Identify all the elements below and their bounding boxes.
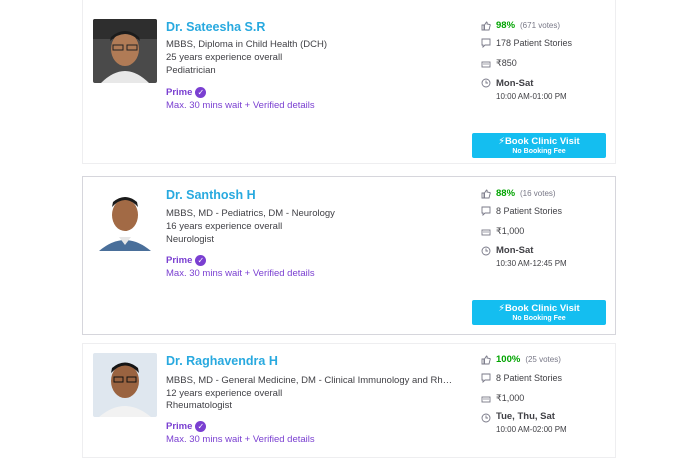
doctor-specialty: Rheumatologist [166, 400, 233, 411]
fee-text: ₹1,000 [496, 226, 525, 236]
timing-hours: 10:00 AM-01:00 PM [496, 92, 567, 101]
timing-hours: 10:30 AM-12:45 PM [496, 259, 567, 268]
doctor-education: MBBS, MD - Pediatrics, DM - Neurology [166, 208, 335, 219]
timing [481, 246, 491, 256]
money-icon [481, 229, 491, 235]
rating-percent: 88% [496, 188, 516, 199]
money-icon [481, 396, 491, 402]
rating-percent: 100% [496, 354, 521, 365]
prime-wait-text: Max. 30 mins wait + Verified details [166, 268, 315, 279]
rating-stat: 88% (16 votes) [481, 188, 556, 199]
verified-check-icon: ✓ [195, 255, 207, 266]
lightning-icon: ⚡ [498, 303, 505, 314]
doctor-name-link[interactable]: Dr. Raghavendra H [166, 354, 278, 368]
timing [481, 78, 491, 88]
patient-stories-text: 178 Patient Stories [496, 38, 573, 48]
patient-stories-text: 8 Patient Stories [496, 206, 563, 216]
book-button-label: Book Clinic Visit [504, 136, 580, 147]
prime-wait-text: Max. 30 mins wait + Verified details [166, 434, 315, 445]
doctor-card: Dr. Sateesha S.R MBBS, Diploma in Child … [82, 0, 616, 164]
doctor-experience: 25 years experience overall [166, 52, 283, 63]
rating-stat: 100% (25 votes) [481, 354, 561, 365]
timing [481, 413, 491, 423]
verified-check-icon: ✓ [195, 421, 207, 432]
book-clinic-visit-button[interactable]: ⚡Book Clinic Visit No Booking Fee [472, 300, 606, 325]
prime-badge: Prime ✓ [166, 255, 207, 266]
doctor-experience: 12 years experience overall [166, 388, 283, 399]
fee-text: ₹850 [496, 58, 517, 68]
consult-fee: ₹1,000 [481, 226, 524, 237]
doctor-name-link[interactable]: Dr. Santhosh H [166, 188, 256, 202]
timing-days: Tue, Thu, Sat [496, 411, 555, 422]
thumbs-up-icon [481, 355, 491, 364]
doctor-card: Dr. Santhosh H MBBS, MD - Pediatrics, DM… [82, 176, 616, 335]
thumbs-up-icon [481, 189, 491, 198]
rating-votes: (671 votes) [520, 21, 561, 30]
prime-badge: Prime ✓ [166, 421, 207, 432]
rating-percent: 98% [496, 20, 516, 31]
rating-stat: 98% (671 votes) [481, 20, 560, 31]
prime-label: Prime [166, 87, 193, 98]
patient-stories[interactable]: 8 Patient Stories [481, 206, 562, 216]
book-button-sublabel: No Booking Fee [512, 315, 566, 322]
clock-icon [481, 246, 491, 256]
verified-check-icon: ✓ [195, 87, 207, 98]
doctor-card: Dr. Raghavendra H MBBS, MD - General Med… [82, 343, 616, 458]
doctor-name-link[interactable]: Dr. Sateesha S.R [166, 20, 265, 34]
rating-votes: (25 votes) [525, 355, 561, 364]
prime-label: Prime [166, 421, 193, 432]
patient-stories-text: 8 Patient Stories [496, 373, 563, 383]
chat-icon [481, 38, 491, 48]
doctor-photo[interactable] [93, 353, 157, 417]
book-button-label: Book Clinic Visit [504, 303, 580, 314]
doctor-specialty: Neurologist [166, 234, 215, 245]
doctor-education: MBBS, MD - General Medicine, DM - Clinic… [166, 375, 456, 386]
timing-days: Mon-Sat [496, 245, 534, 256]
doctor-photo[interactable] [93, 187, 157, 251]
money-icon [481, 61, 491, 67]
rating-votes: (16 votes) [520, 189, 556, 198]
book-button-sublabel: No Booking Fee [512, 148, 566, 155]
clock-icon [481, 413, 491, 423]
book-clinic-visit-button[interactable]: ⚡Book Clinic Visit No Booking Fee [472, 133, 606, 158]
doctor-experience: 16 years experience overall [166, 221, 283, 232]
doctor-education: MBBS, Diploma in Child Health (DCH) [166, 39, 328, 50]
prime-badge: Prime ✓ [166, 87, 207, 98]
doctor-photo[interactable] [93, 19, 157, 83]
fee-text: ₹1,000 [496, 393, 525, 403]
thumbs-up-icon [481, 21, 491, 30]
chat-icon [481, 373, 491, 383]
prime-wait-text: Max. 30 mins wait + Verified details [166, 100, 315, 111]
prime-label: Prime [166, 255, 193, 266]
chat-icon [481, 206, 491, 216]
clock-icon [481, 78, 491, 88]
doctor-specialty: Pediatrician [166, 65, 216, 76]
consult-fee: ₹1,000 [481, 393, 524, 404]
timing-hours: 10:00 AM-02:00 PM [496, 425, 567, 434]
consult-fee: ₹850 [481, 58, 517, 69]
patient-stories[interactable]: 178 Patient Stories [481, 38, 572, 48]
patient-stories[interactable]: 8 Patient Stories [481, 373, 562, 383]
lightning-icon: ⚡ [498, 136, 505, 147]
timing-days: Mon-Sat [496, 78, 534, 89]
